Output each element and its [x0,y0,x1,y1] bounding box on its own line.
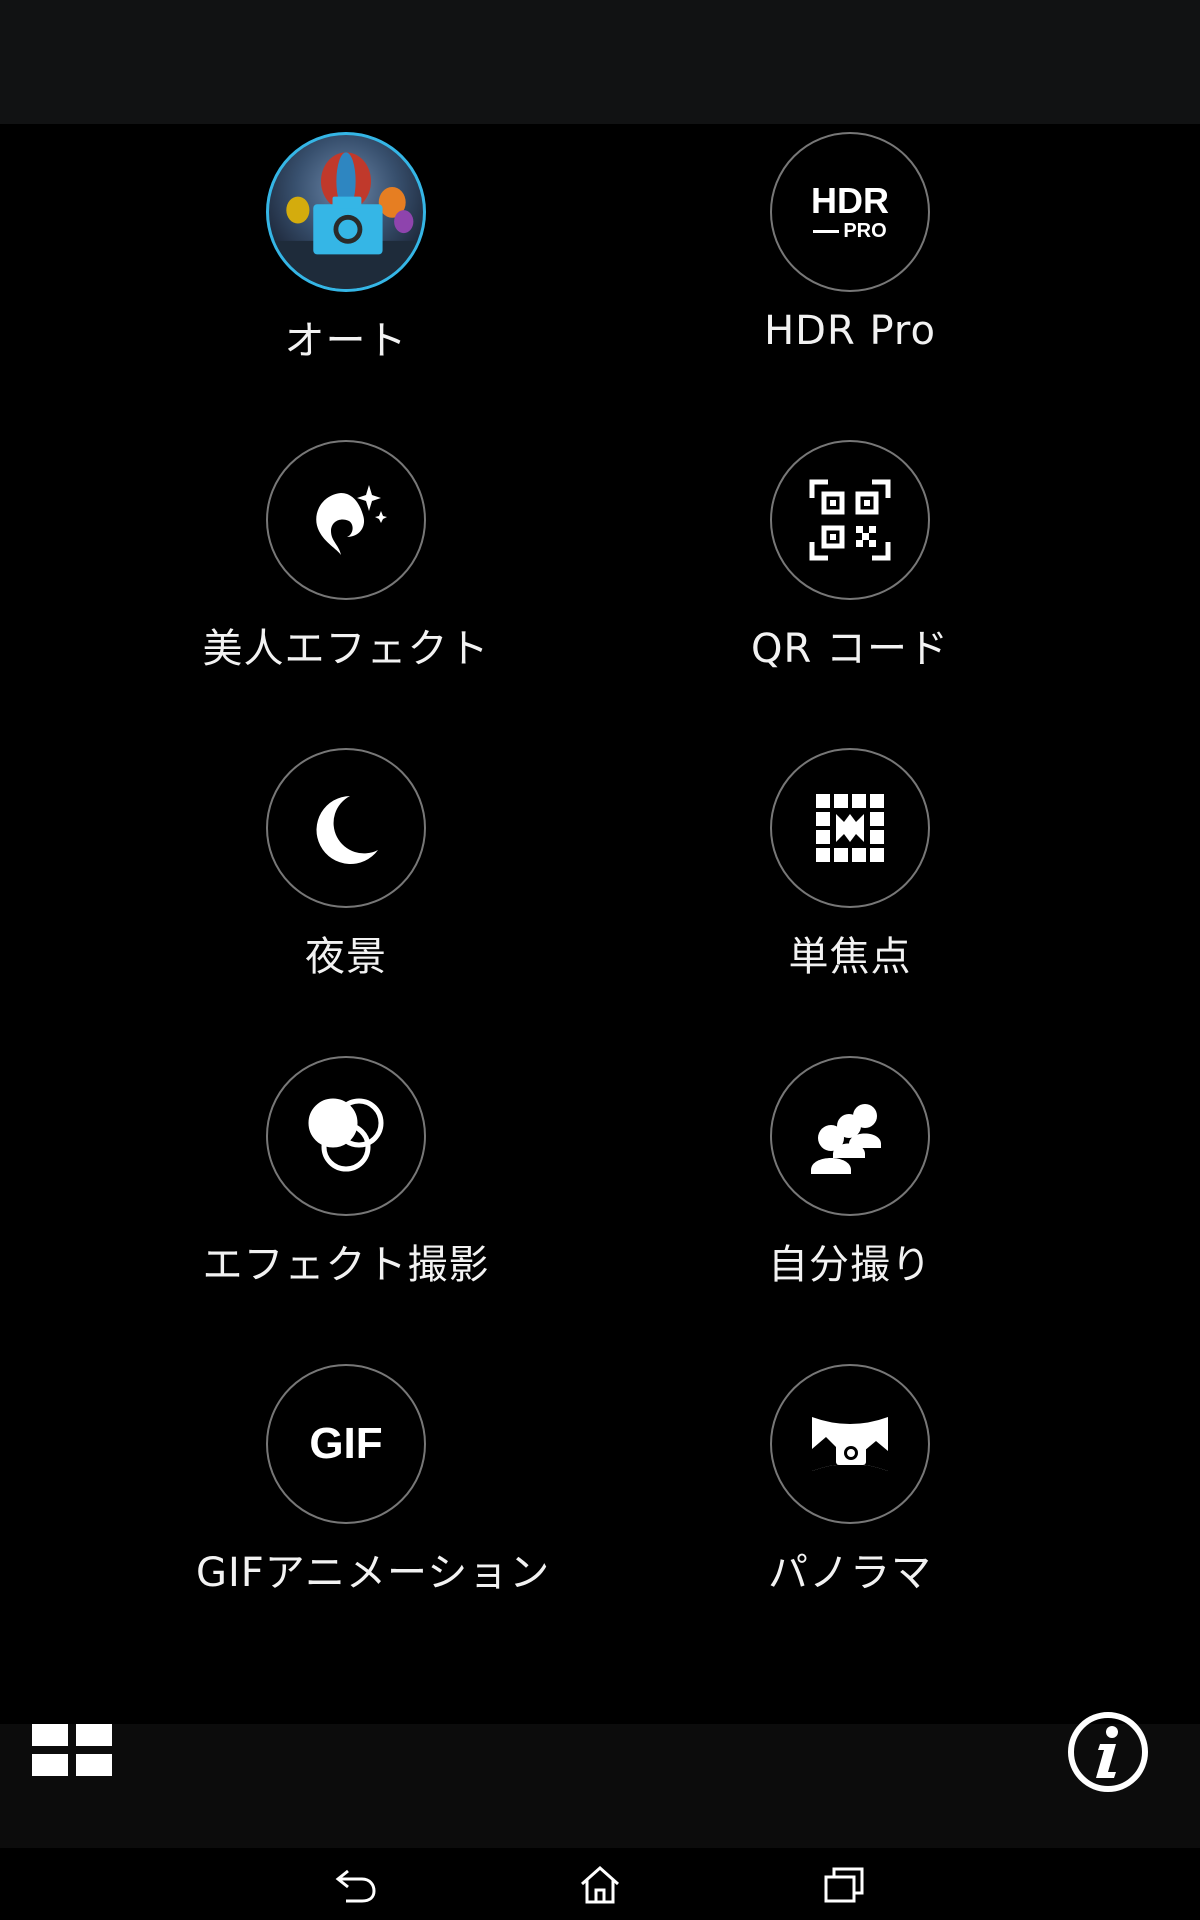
mode-label: QR コード [751,626,949,672]
mode-selfie[interactable]: 自分撮り [700,1056,1000,1290]
mode-label: 夜景 [305,934,387,980]
recent-apps-icon[interactable] [814,1862,874,1908]
mode-label: パノラマ [768,1550,932,1596]
pro-icon-text: PRO [843,220,887,242]
mode-beauty[interactable]: 美人エフェクト [196,440,496,674]
selfie-people-icon [770,1056,930,1216]
mode-qr-code[interactable]: QR コード [700,440,1000,674]
bottom-toolbar [0,1712,1200,1848]
effect-circles-icon [266,1056,426,1216]
mode-gif[interactable]: GIF GIFアニメーション [196,1364,551,1598]
mode-label: 自分撮り [768,1242,932,1288]
status-bar [0,0,1200,124]
gif-icon-text: GIF [309,1419,383,1468]
mode-effect[interactable]: エフェクト撮影 [196,1056,496,1290]
mode-label: HDR Pro [764,308,936,354]
beauty-effect-icon [266,440,426,600]
mode-night[interactable]: 夜景 [196,748,496,982]
mode-hdr-pro[interactable]: HDR PRO HDR Pro [700,132,1000,354]
single-focus-icon [770,748,930,908]
gif-icon: GIF [266,1364,426,1524]
mode-single-focus[interactable]: 単焦点 [700,748,1000,982]
mode-label: GIFアニメーション [196,1550,551,1596]
mode-auto[interactable]: オート [196,132,496,366]
hdr-pro-icon: HDR PRO [770,132,930,292]
mode-label: オート [284,318,408,364]
mode-grid-icon[interactable] [32,1724,112,1776]
navigation-bar [0,1848,1200,1920]
night-moon-icon [266,748,426,908]
back-icon[interactable] [326,1862,386,1908]
panorama-icon [770,1364,930,1524]
mode-label: エフェクト撮影 [202,1242,490,1288]
qr-code-icon [770,440,930,600]
mode-label: 美人エフェクト [202,626,490,672]
hdr-icon-text: HDR [811,180,889,221]
home-icon[interactable] [570,1862,630,1908]
mode-panorama[interactable]: パノラマ [700,1364,1000,1598]
info-icon[interactable] [1066,1710,1150,1794]
auto-camera-icon [266,132,426,292]
mode-label: 単焦点 [788,934,912,980]
